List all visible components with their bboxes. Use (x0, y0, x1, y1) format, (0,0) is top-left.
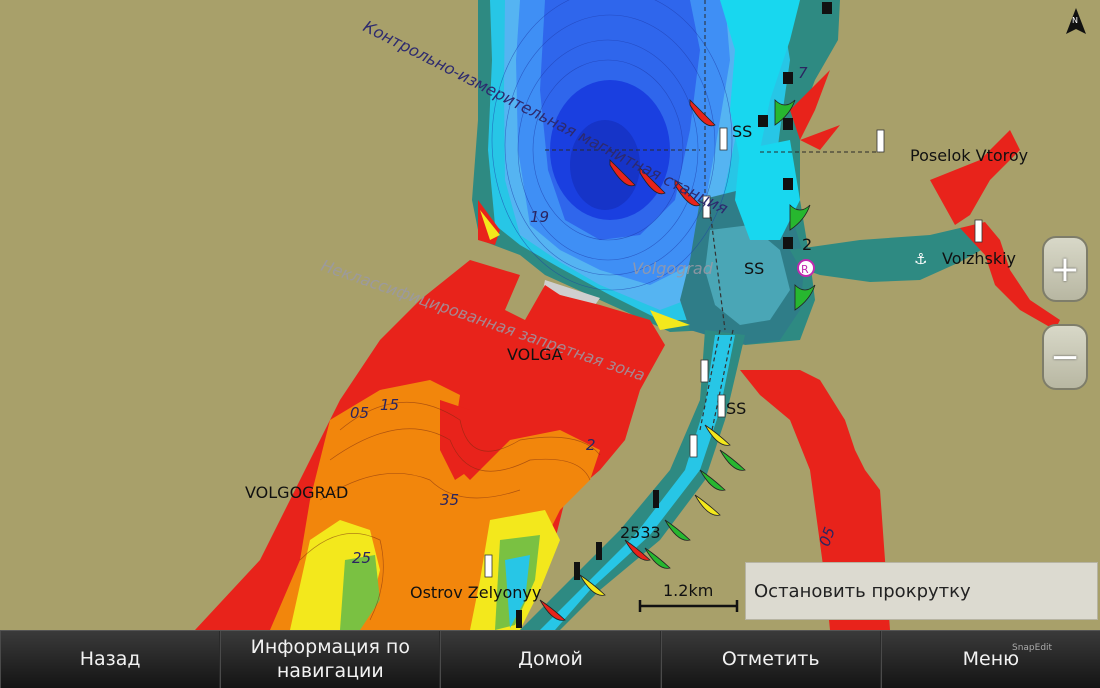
svg-text:N: N (1072, 16, 1078, 25)
marker-ss-3: SS (726, 399, 746, 418)
navigation-info-button[interactable]: Информация по навигации (220, 631, 441, 688)
snapedit-watermark: SnapEdit (1012, 643, 1053, 653)
home-label: Домой (518, 647, 583, 670)
svg-text:R: R (801, 263, 809, 276)
place-poselok-vtoroy: Poselok Vtoroy (910, 146, 1028, 165)
depth-19: 19 (530, 208, 549, 226)
stop-scroll-label: Остановить прокрутку (754, 580, 971, 602)
home-button[interactable]: Домой (440, 631, 661, 688)
stop-scroll-button[interactable]: Остановить прокрутку (745, 562, 1098, 620)
zoom-out-button[interactable]: − (1042, 324, 1088, 390)
depth-7: 7 (798, 64, 808, 82)
marker-ss-1: SS (732, 122, 752, 141)
marker-ss-2: SS (744, 259, 764, 278)
radio-station-icon: R (797, 259, 815, 277)
anchorage-icon: ⚓ (914, 250, 927, 268)
place-volga: VOLGA (507, 345, 563, 364)
svg-text:⚓: ⚓ (914, 250, 927, 268)
depth-1-5: 15 (380, 396, 399, 414)
depth-0-5: 05 (350, 404, 369, 422)
menu-label: Меню (962, 647, 1020, 670)
zoom-in-button[interactable]: + (1042, 236, 1088, 302)
place-volzhskiy: Volzhskiy (942, 249, 1016, 268)
back-label: Назад (79, 647, 141, 670)
place-volgograd: VOLGOGRAD (245, 483, 348, 502)
bottom-toolbar: Назад Информация по навигации Домой Отме… (0, 630, 1100, 688)
menu-button[interactable]: Меню (880, 631, 1100, 688)
back-button[interactable]: Назад (0, 631, 221, 688)
depth-2-5: 25 (352, 549, 371, 567)
buoy-number-2533: 2533 (620, 523, 661, 542)
place-ostrov-zelyonyy: Ostrov Zelyonyy (410, 583, 541, 602)
place-volgograd-faint: Volgograd (632, 259, 714, 278)
depth-2: 2 (586, 436, 596, 454)
navigation-info-label: Информация по навигации (250, 635, 410, 682)
depth-3-5: 35 (440, 491, 459, 509)
scale-label: 1.2km (663, 581, 713, 600)
buoy-number-2: 2 (802, 235, 812, 254)
mark-button[interactable]: Отметить (660, 631, 881, 688)
nautical-chart[interactable]: Контрольно-измерительная магнитная станц… (0, 0, 1100, 630)
mark-label: Отметить (721, 647, 820, 670)
